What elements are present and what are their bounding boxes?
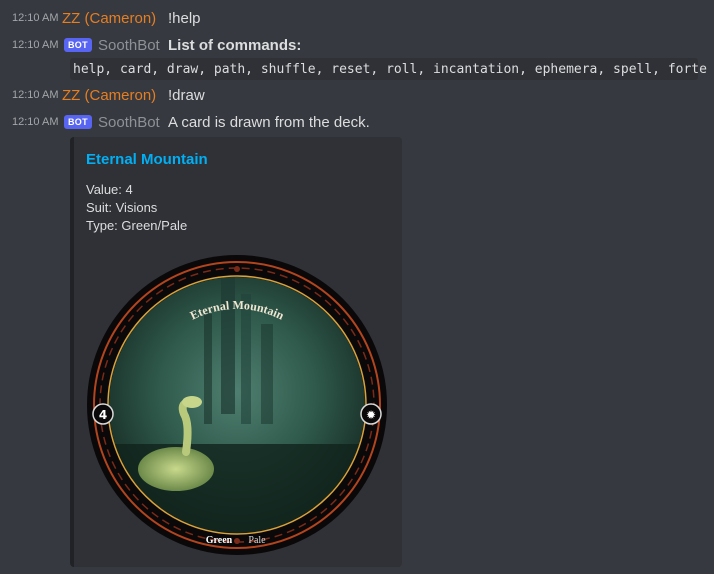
author-name[interactable]: SoothBot <box>98 37 160 54</box>
message-row: 12:10 AM ZZ (Cameron) !draw <box>0 84 714 106</box>
author-name[interactable]: ZZ (Cameron) <box>62 87 156 104</box>
author-name[interactable]: SoothBot <box>98 114 160 131</box>
message-row: 12:10 AM BOT SoothBot A card is drawn fr… <box>0 111 714 133</box>
message-title: List of commands: <box>168 36 302 54</box>
timestamp: 12:10 AM <box>12 116 59 128</box>
card-color-pale: Pale <box>248 535 266 546</box>
message-text: !help <box>168 9 201 27</box>
author-name[interactable]: ZZ (Cameron) <box>62 10 156 27</box>
embed-title[interactable]: Eternal Mountain <box>86 151 208 168</box>
card-suit: Suit: Visions <box>86 200 158 215</box>
frame-gem <box>234 538 240 544</box>
card-value: Value: 4 <box>86 182 133 197</box>
message-text: !draw <box>168 86 205 104</box>
commands-code-block: help, card, draw, path, shuffle, reset, … <box>70 58 707 80</box>
card-embed: Eternal Mountain Value: 4 Suit: Visions … <box>70 137 402 567</box>
frame-gem <box>234 266 240 272</box>
value-symbol: 4 <box>99 408 107 422</box>
message-row: 12:10 AM ZZ (Cameron) !help <box>0 7 714 29</box>
sun-icon-glyph: ✹ <box>366 408 376 422</box>
timestamp: 12:10 AM <box>12 12 59 24</box>
message-text: A card is drawn from the deck. <box>168 113 370 131</box>
card-color-green: Green <box>206 535 233 546</box>
card-image[interactable]: Eternal Mountain Green Pale 4 ✹ <box>86 254 388 556</box>
bot-badge: BOT <box>64 115 92 129</box>
timestamp: 12:10 AM <box>12 89 59 101</box>
message-row: 12:10 AM BOT SoothBot List of commands: <box>0 34 714 56</box>
bot-badge: BOT <box>64 38 92 52</box>
timestamp: 12:10 AM <box>12 39 59 51</box>
card-type: Type: Green/Pale <box>86 218 188 233</box>
